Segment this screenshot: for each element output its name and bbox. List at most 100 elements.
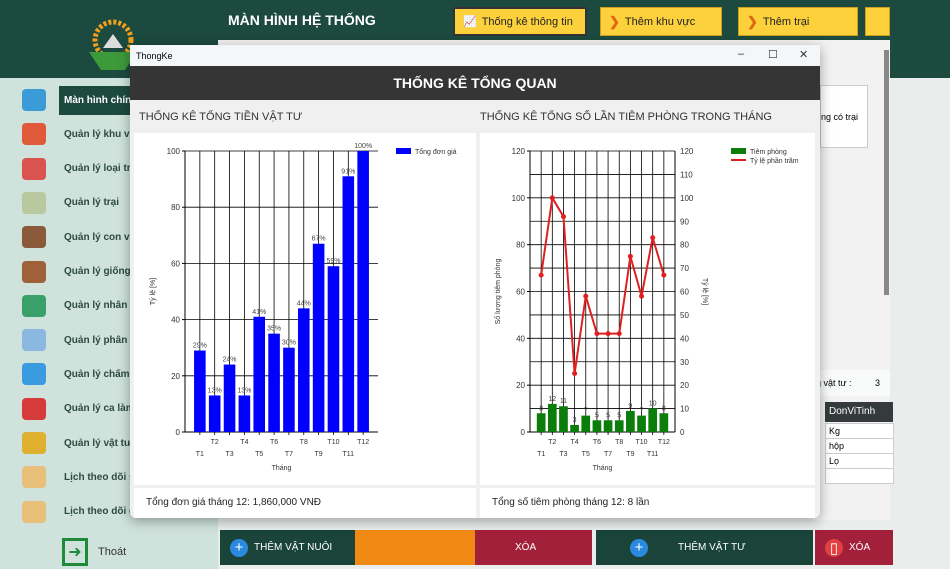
data-label: 3 (573, 417, 577, 424)
table-row[interactable] (825, 468, 894, 484)
bar-T4 (238, 395, 251, 432)
vaccination-chart-panel: T1 T2 T3 T4 T5 T6 T7 T8 T9 T10 T11 T12 0 20 40 60 80 100 1… (480, 133, 815, 485)
notepad-icon (22, 363, 46, 386)
x-tick-label: T4 (571, 439, 579, 446)
line-point-T8 (616, 331, 622, 337)
right-section-title: THỐNG KÊ TỔNG SỐ LẦN TIÊM PHÒNG TRONG TH… (480, 111, 772, 123)
y2-tick-label: 110 (680, 170, 693, 179)
line-point-T10 (639, 293, 645, 299)
y2-tick-label: 100 (680, 194, 694, 203)
supply-cost-chart: T1 T2 T3 T4 T5 T6 T7 T8 T9 T10 T11T12 0 20 40 60 80 100 T… (150, 143, 457, 472)
thongke-dialog: ThongKe – ☐ ✕ THỐNG KÊ TỔNG QUAN THỐNG K… (130, 45, 820, 518)
data-label: 24% (223, 357, 237, 364)
y-axis-title: Tỷ lệ [%] (150, 278, 157, 305)
bar-T9 (312, 243, 325, 432)
x-tick-label: T7 (285, 451, 293, 458)
sidebar-item-10[interactable]: Quản lý ca làm (22, 395, 135, 423)
maximize-button[interactable]: ☐ (768, 48, 778, 61)
y2-tick-label: 10 (680, 405, 689, 414)
y2-tick-label: 70 (680, 264, 689, 273)
sidebar-item-11[interactable]: Quản lý vật tư (22, 429, 131, 457)
add-farm-button[interactable]: ❯ Thêm trại (738, 7, 858, 36)
supply-cost-chart-panel: T1 T2 T3 T4 T5 T6 T7 T8 T9 T10 T11 T12 0 20 40 60 80 100 T… (134, 133, 476, 485)
data-label: 8 (662, 405, 666, 412)
x-axis-title: Tháng (272, 465, 292, 472)
x-tick-label: T8 (300, 439, 308, 446)
plus-icon: + (230, 538, 248, 557)
minimize-button[interactable]: – (738, 48, 744, 60)
bar-T2 (547, 403, 557, 432)
x-tick-label: T7 (604, 451, 612, 458)
line-point-T2 (549, 195, 555, 201)
sidebar-item-2[interactable]: Quản lý khu vực (22, 120, 142, 148)
sidebar-item-1[interactable]: Màn hình chính (22, 85, 143, 115)
y-tick-label: 120 (512, 147, 526, 156)
bar-T7 (283, 347, 295, 432)
data-label: 5 (617, 412, 621, 419)
bar-T8 (614, 420, 624, 432)
x-tick-label: T6 (593, 439, 601, 446)
line-point-T7 (605, 331, 611, 337)
barn-icon (22, 157, 46, 180)
y2-tick-label: 30 (680, 358, 689, 367)
table-row[interactable]: hộp (825, 438, 894, 454)
data-label: 8 (539, 405, 543, 412)
close-button[interactable]: ✕ (799, 48, 808, 61)
house-icon (22, 191, 46, 214)
y2-tick-label: 80 (680, 241, 689, 250)
animals-icon (22, 260, 46, 283)
location-pin-icon (22, 123, 46, 146)
y2-tick-label: 60 (680, 288, 689, 297)
monitor-icon (22, 89, 46, 111)
column-header-donvitinh[interactable]: DonViTinh (825, 402, 893, 422)
sidebar-item-5[interactable]: Quản lý con vật (22, 223, 138, 251)
chart-icon: 📈 (463, 16, 477, 28)
line-point-T4 (572, 370, 578, 376)
table-row[interactable]: Kg (825, 423, 894, 439)
x-tick-label: T9 (315, 451, 323, 458)
window-title-bar: ThongKe (130, 45, 820, 66)
add-supply-button[interactable]: + THÊM VẬT TƯ (596, 530, 813, 565)
y2-tick-label: 50 (680, 311, 689, 320)
chevron-down-icon: ❯ (609, 13, 620, 29)
sidebar-item-4[interactable]: Quản lý trại (22, 189, 119, 217)
x-tick-label: T9 (626, 451, 634, 458)
data-label: 13% (237, 387, 251, 394)
data-label: 44% (297, 300, 311, 307)
y-tick-label: 80 (171, 203, 180, 212)
exit-button[interactable]: ➜ Thoát (62, 538, 126, 566)
x-tick-label: T4 (240, 439, 248, 446)
data-label: 29% (193, 343, 207, 350)
table-row[interactable]: Lọ (825, 453, 894, 469)
refresh-button[interactable] (355, 530, 475, 565)
add-area-button[interactable]: ❯ Thêm khu vực (600, 7, 722, 36)
data-label: 59% (326, 258, 340, 265)
scrollbar[interactable] (884, 50, 889, 295)
delete-animal-button[interactable]: XÓA (475, 530, 592, 565)
more-button[interactable] (865, 7, 890, 36)
add-animal-button[interactable]: + THÊM VẬT NUÔI (220, 530, 355, 565)
x-tick-label: T2 (548, 439, 556, 446)
exit-icon: ➜ (62, 538, 88, 566)
y-tick-label: 60 (171, 259, 180, 268)
y-tick-label: 60 (516, 288, 525, 297)
data-label: 11 (560, 398, 567, 405)
delete-supply-button[interactable]: ▯ XÓA (815, 530, 893, 565)
right-footer: Tổng số tiêm phòng tháng 12: 8 lần (480, 488, 815, 518)
data-label: 7 (584, 408, 588, 415)
x-axis-title: Tháng (593, 465, 613, 472)
x-tick-label: T12 (658, 439, 670, 446)
chevron-down-icon: ❯ (747, 13, 758, 29)
data-label: 30% (282, 340, 296, 347)
sidebar-item-3[interactable]: Quản lý loại trại (22, 155, 139, 183)
warehouse-icon (22, 432, 46, 454)
legend-label: Tổng đơn giá (415, 148, 457, 156)
y2-tick-label: 120 (680, 147, 694, 156)
data-label: 12 (548, 396, 556, 403)
stats-button[interactable]: 📈 Thống kê thông tin (453, 7, 587, 36)
plus-icon: + (630, 538, 648, 557)
x-tick-label: T1 (537, 451, 545, 458)
bar-T3 (559, 406, 568, 432)
app-title: MÀN HÌNH HỆ THỐNG (228, 12, 376, 28)
data-label: 35% (267, 326, 281, 333)
